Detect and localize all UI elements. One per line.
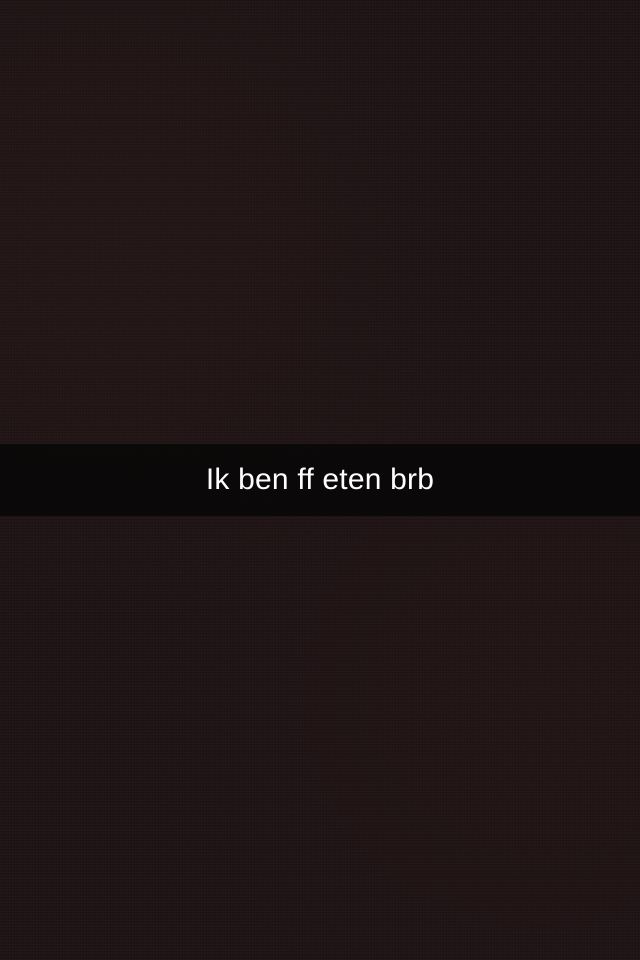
snap-screen: Ik ben ff eten brb <box>0 0 640 960</box>
caption-bar: Ik ben ff eten brb <box>0 444 640 516</box>
caption-text: Ik ben ff eten brb <box>205 463 435 496</box>
